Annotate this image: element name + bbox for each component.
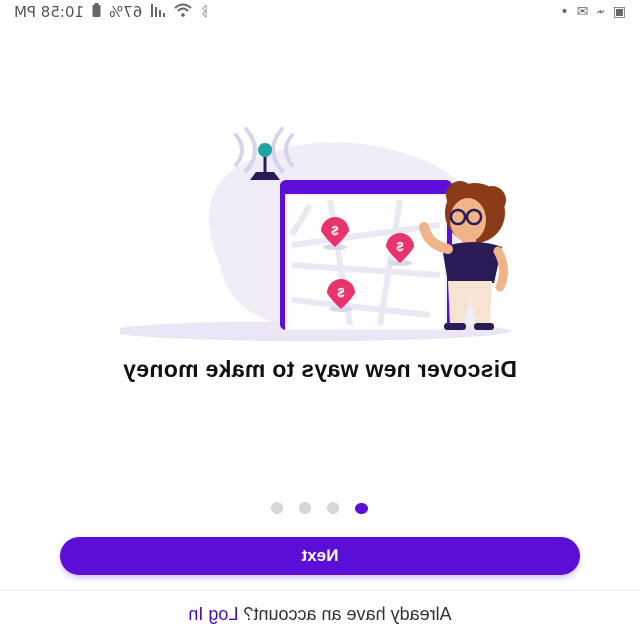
page-dot[interactable]: [271, 502, 284, 514]
svg-text:$: $: [337, 285, 345, 300]
next-button[interactable]: Next: [60, 537, 580, 575]
wifi-icon: [174, 3, 192, 21]
page-indicator: [0, 502, 640, 514]
onboarding-screen: ▣ ⌁ ✉ • ᛒ 67% 10:58 PM $ $ $ Discover ne…: [0, 0, 640, 640]
login-link[interactable]: Log In: [188, 604, 238, 624]
svg-text:$: $: [396, 239, 404, 254]
login-prompt: Already have an account? Log In: [0, 604, 640, 625]
login-prompt-text: Already have an account?: [243, 604, 452, 624]
page-dot[interactable]: [299, 502, 312, 514]
status-right: ᛒ 67% 10:58 PM: [14, 3, 209, 21]
footer-divider: [0, 590, 640, 591]
svg-text:$: $: [331, 223, 339, 238]
bluetooth-icon: ᛒ: [200, 4, 209, 20]
status-left: ▣ ⌁ ✉ •: [560, 4, 626, 20]
battery-percent: 67%: [108, 3, 143, 21]
signal-icon: [150, 3, 166, 21]
page-dot[interactable]: [327, 502, 340, 514]
status-bar: ▣ ⌁ ✉ • ᛒ 67% 10:58 PM: [0, 0, 640, 24]
status-time: 10:58 PM: [14, 3, 84, 21]
usb-icon: ⌁: [596, 4, 605, 20]
page-dot-active[interactable]: [355, 503, 369, 514]
onboarding-illustration: $ $ $: [120, 127, 510, 341]
more-icon: •: [560, 4, 569, 20]
photo-icon: ▣: [612, 4, 626, 20]
mail-icon: ✉: [576, 4, 589, 20]
onboarding-title: Discover new ways to make money: [122, 356, 518, 382]
battery-icon: [92, 3, 101, 21]
